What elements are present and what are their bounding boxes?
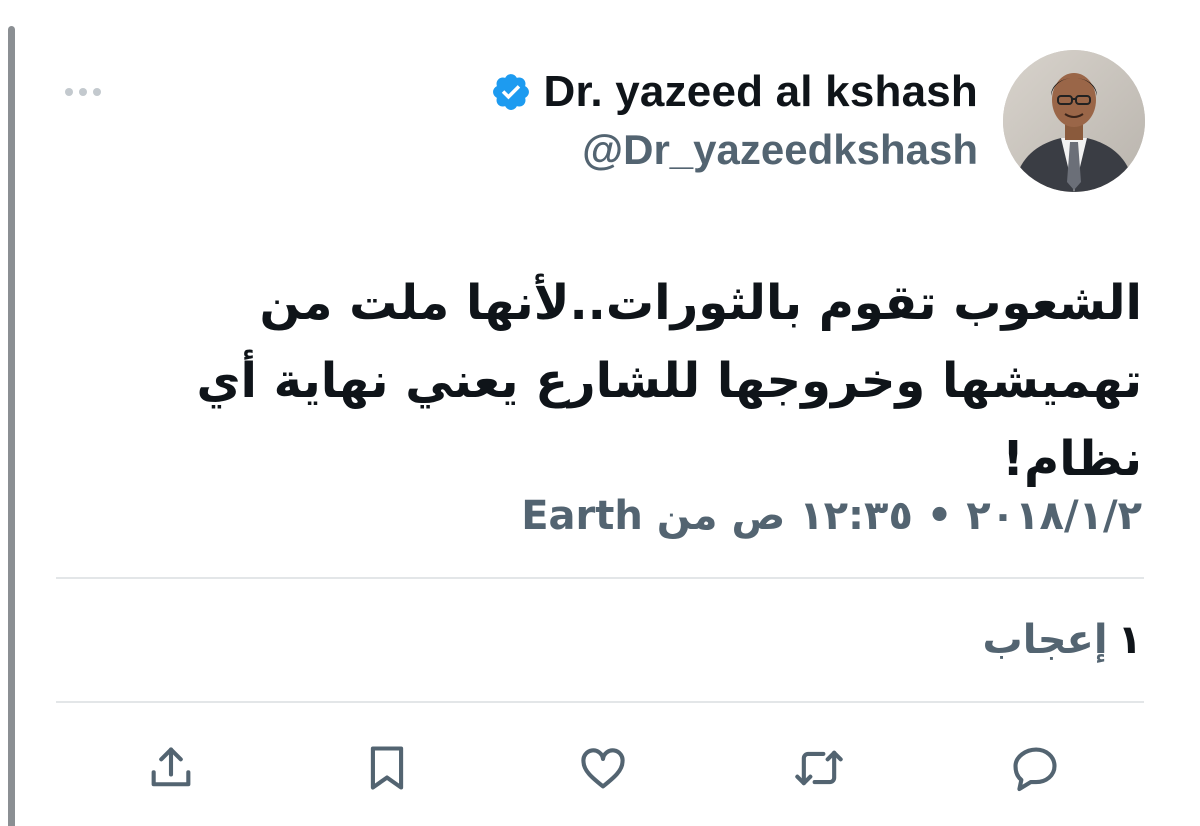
reply-button[interactable] [1005, 738, 1065, 798]
thread-line [8, 26, 15, 826]
divider [56, 701, 1144, 703]
retweet-button[interactable] [789, 738, 849, 798]
likes-label: إعجاب [982, 617, 1108, 663]
author-name-row[interactable]: Dr. yazeed al kshash [490, 62, 978, 122]
tweet-screenshot: Dr. yazeed al kshash @Dr_yazeedkshash ال… [0, 0, 1200, 826]
bookmark-button[interactable] [357, 738, 417, 798]
share-icon [151, 747, 191, 787]
tweet-text: الشعوب تقوم بالثورات..لأنها ملت من تهميش… [196, 275, 1142, 487]
bookmark-icon [370, 746, 404, 790]
likes-stat[interactable]: ١إعجاب [983, 612, 1143, 668]
share-button[interactable] [141, 738, 201, 798]
avatar[interactable] [1003, 50, 1145, 192]
likes-count: ١ [1117, 617, 1142, 663]
verified-badge-icon [492, 74, 529, 110]
more-options-button[interactable] [56, 72, 110, 112]
divider [56, 577, 1144, 579]
reply-icon [1013, 747, 1057, 792]
like-button[interactable] [573, 738, 633, 798]
retweet-icon [795, 750, 843, 786]
like-icon [581, 748, 625, 789]
avatar-image [1003, 50, 1145, 192]
more-horizontal-icon [65, 88, 101, 96]
author-display-name[interactable]: Dr. yazeed al kshash [544, 62, 978, 122]
author-handle[interactable]: @Dr_yazeedkshash [582, 122, 978, 178]
tweet-timestamp-source[interactable]: ٢٠١٨/١/٢ • ١٢:٣٥ ص من Earth [521, 486, 1142, 546]
